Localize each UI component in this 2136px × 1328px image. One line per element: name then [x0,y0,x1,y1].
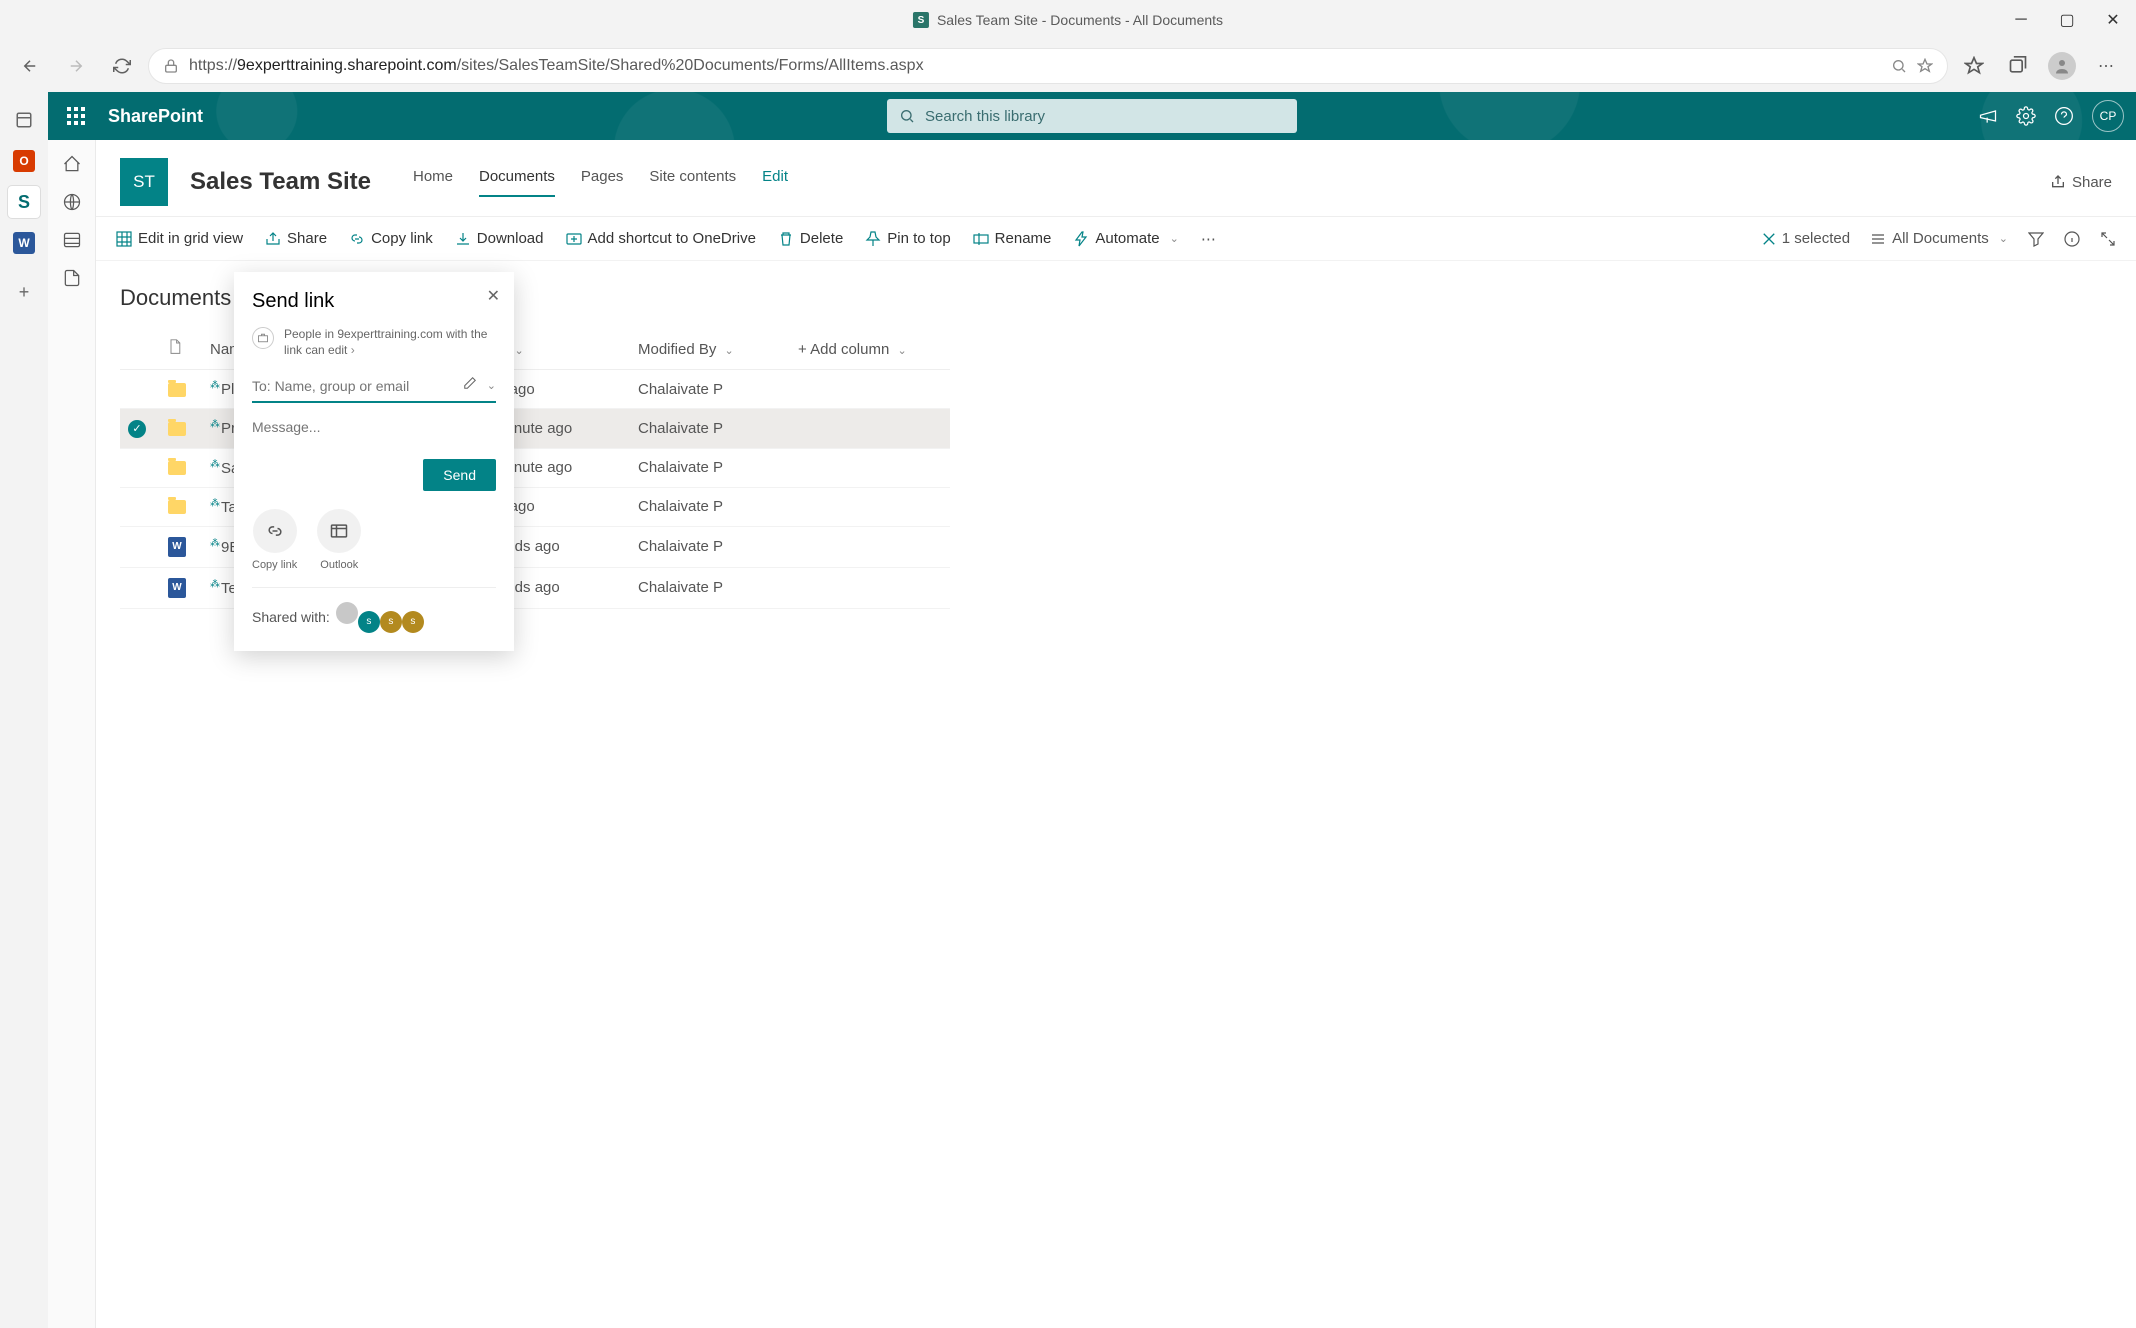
briefcase-icon [252,327,274,349]
app-launcher-icon[interactable] [60,100,92,132]
nav-edit[interactable]: Edit [762,168,788,197]
nav-site-contents[interactable]: Site contents [649,168,736,197]
maximize-button[interactable]: ▢ [2044,0,2090,40]
chevron-down-icon[interactable]: ⌄ [487,379,496,392]
address-bar[interactable]: https://9experttraining.sharepoint.com/s… [148,48,1948,84]
collections-icon[interactable] [1998,46,2038,86]
command-bar: Edit in grid view Share Copy link Downlo… [96,217,2136,261]
cmd-share[interactable]: Share [265,230,327,247]
word-doc-icon: W [168,537,186,557]
shared-avatar[interactable]: s [358,611,380,633]
link-settings-button[interactable]: People in 9experttraining.com with the l… [252,327,496,358]
cmd-edit-grid[interactable]: Edit in grid view [116,230,243,247]
cmd-overflow[interactable]: ⋯ [1201,230,1216,248]
favorite-line-icon[interactable] [1917,58,1933,74]
file-icon[interactable] [62,268,82,288]
sharepoint-icon: S [913,12,929,28]
browser-toolbar: https://9experttraining.sharepoint.com/s… [0,40,2136,92]
shared-avatar[interactable]: s [380,611,402,633]
window-title: Sales Team Site - Documents - All Docume… [937,12,1223,28]
help-icon[interactable] [2054,106,2074,126]
cmd-delete[interactable]: Delete [778,230,843,247]
word-app-icon[interactable]: W [13,232,35,254]
send-link-dialog: ✕ Send link People in 9experttraining.co… [234,272,514,651]
zoom-icon[interactable] [1891,58,1907,74]
site-logo[interactable]: ST [120,158,168,206]
col-add[interactable]: + Add column ⌄ [790,329,950,370]
back-button[interactable] [10,46,50,86]
checkmark-icon[interactable]: ✓ [128,420,146,438]
folder-icon [168,500,186,514]
edit-permissions-icon[interactable] [463,376,477,395]
cmd-copy-link[interactable]: Copy link [349,230,433,247]
main-content: ST Sales Team Site Home Documents Pages … [96,140,2136,1328]
filter-icon[interactable] [2028,231,2044,247]
dialog-close-button[interactable]: ✕ [487,286,500,306]
suite-brand[interactable]: SharePoint [108,106,203,127]
info-icon[interactable] [2064,231,2080,247]
list-icon[interactable] [62,230,82,250]
home-icon[interactable] [62,154,82,174]
nav-home[interactable]: Home [413,168,453,197]
add-app-button[interactable]: + [8,276,40,308]
app-rail: O S W + [0,92,48,1328]
shared-avatar[interactable] [336,602,358,624]
more-button[interactable]: ⋯ [2086,46,2126,86]
recipient-input[interactable] [252,378,463,394]
cmd-rename[interactable]: Rename [973,230,1052,247]
megaphone-icon[interactable] [1978,106,1998,126]
site-title: Sales Team Site [190,168,371,196]
settings-icon[interactable] [2016,106,2036,126]
minimize-button[interactable]: ─ [1998,0,2044,40]
cmd-add-shortcut[interactable]: Add shortcut to OneDrive [566,230,756,247]
shared-avatar[interactable]: s [402,611,424,633]
file-type-icon [168,339,182,355]
close-button[interactable]: ✕ [2090,0,2136,40]
refresh-button[interactable] [102,46,142,86]
share-site-button[interactable]: Share [2050,174,2112,191]
cmd-automate[interactable]: Automate⌄ [1073,230,1178,247]
folder-icon [168,461,186,475]
user-avatar[interactable]: CP [2092,100,2124,132]
globe-icon[interactable] [62,192,82,212]
sharepoint-app-icon[interactable]: S [8,186,40,218]
word-doc-icon: W [168,578,186,598]
shared-with-label: Shared with: [252,609,330,625]
view-switcher[interactable]: All Documents⌄ [1870,230,2008,247]
suite-bar: SharePoint Search this library CP [48,92,2136,140]
profile-button[interactable] [2042,46,2082,86]
outlook-action[interactable]: Outlook [317,509,361,571]
expand-icon[interactable] [2100,231,2116,247]
selection-count[interactable]: 1 selected [1762,230,1850,247]
site-header: ST Sales Team Site Home Documents Pages … [96,140,2136,217]
col-modified-by[interactable]: Modified By ⌄ [630,329,790,370]
site-rail [48,140,96,1328]
window-titlebar: S Sales Team Site - Documents - All Docu… [0,0,2136,40]
dialog-title: Send link [252,290,496,313]
tab-icon[interactable] [8,104,40,136]
share-icon [2050,174,2066,190]
search-icon [899,108,915,124]
send-button[interactable]: Send [423,459,496,491]
lock-icon [163,58,179,74]
folder-icon [168,383,186,397]
folder-icon [168,422,186,436]
favorites-icon[interactable] [1954,46,1994,86]
message-input[interactable] [252,413,496,459]
cmd-download[interactable]: Download [455,230,544,247]
copy-link-action[interactable]: Copy link [252,509,297,571]
office-icon[interactable]: O [13,150,35,172]
nav-pages[interactable]: Pages [581,168,624,197]
search-input[interactable]: Search this library [887,99,1297,133]
nav-documents[interactable]: Documents [479,168,555,197]
cmd-pin[interactable]: Pin to top [865,230,950,247]
forward-button[interactable] [56,46,96,86]
